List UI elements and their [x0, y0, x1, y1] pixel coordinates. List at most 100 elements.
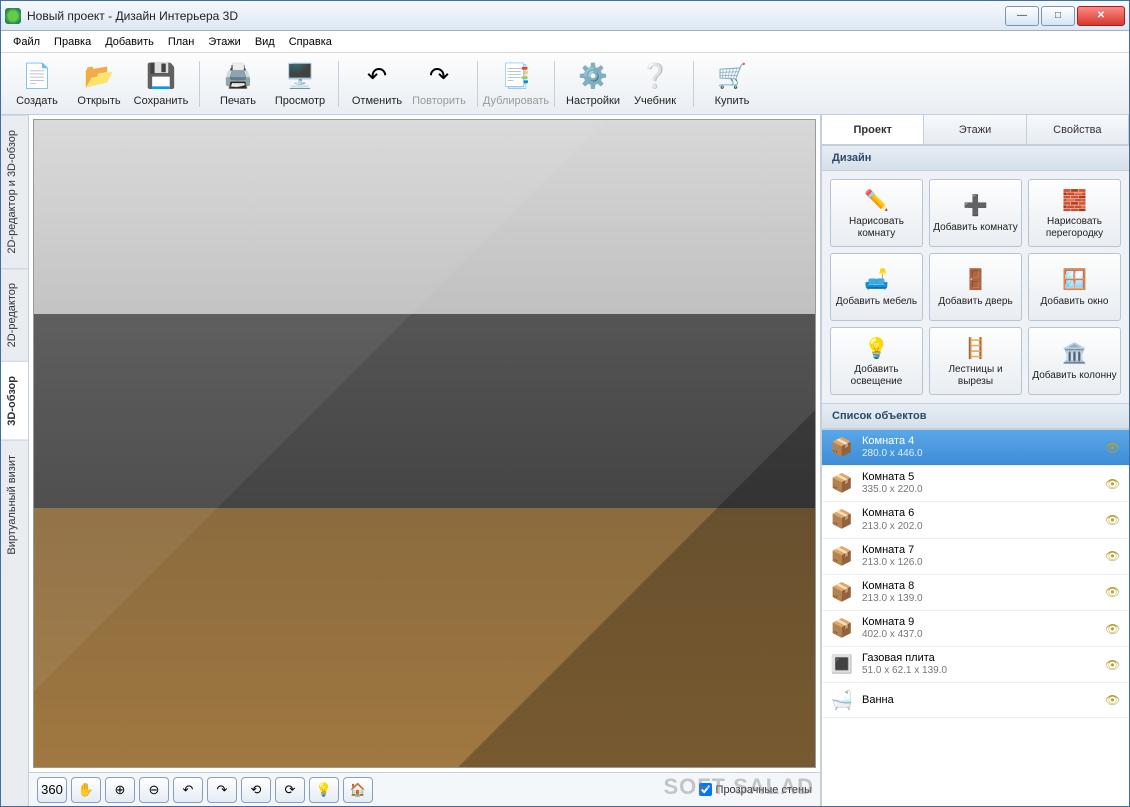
- objects-list[interactable]: 📦Комната 4280.0 x 446.0👁📦Комната 5335.0 …: [822, 429, 1129, 806]
- design-icon: ✏️: [864, 187, 890, 213]
- design-label: Добавить мебель: [836, 296, 917, 308]
- object-item[interactable]: 🛁Ванна👁: [822, 683, 1129, 718]
- object-item[interactable]: 📦Комната 9402.0 x 437.0👁: [822, 611, 1129, 647]
- 3d-viewport[interactable]: [33, 119, 816, 768]
- transparent-walls-label: Прозрачные стены: [716, 784, 812, 796]
- toolbar-учебник-button[interactable]: ❔Учебник: [625, 56, 685, 112]
- object-dimensions: 213.0 x 139.0: [862, 593, 1097, 605]
- design-icon: 🪟: [1062, 267, 1088, 293]
- right-panel: ПроектЭтажиСвойства Дизайн ✏️Нарисовать …: [821, 115, 1129, 806]
- купить-icon: 🛒: [716, 60, 748, 92]
- создать-icon: 📄: [21, 60, 53, 92]
- повторить-icon: ↷: [423, 60, 455, 92]
- view-tool-1[interactable]: ✋: [71, 777, 101, 803]
- viewport-tab-2D-редактор и 3D-обзор[interactable]: 2D-редактор и 3D-обзор: [1, 115, 28, 268]
- menu-справка[interactable]: Справка: [283, 34, 338, 50]
- toolbar-просмотр-button[interactable]: 🖥️Просмотр: [270, 56, 330, 112]
- visibility-eye-icon[interactable]: 👁: [1105, 549, 1121, 563]
- toolbar-label: Отменить: [352, 95, 402, 107]
- view-tool-5[interactable]: ↷: [207, 777, 237, 803]
- design-добавить-дверь-button[interactable]: 🚪Добавить дверь: [929, 253, 1022, 321]
- object-item[interactable]: 📦Комната 7213.0 x 126.0👁: [822, 539, 1129, 575]
- visibility-eye-icon[interactable]: 👁: [1105, 441, 1121, 455]
- window-title: Новый проект - Дизайн Интерьера 3D: [27, 9, 1005, 23]
- печать-icon: 🖨️: [222, 60, 254, 92]
- visibility-eye-icon[interactable]: 👁: [1105, 513, 1121, 527]
- menu-файл[interactable]: Файл: [7, 34, 46, 50]
- просмотр-icon: 🖥️: [284, 60, 316, 92]
- right-tab-Этажи[interactable]: Этажи: [924, 115, 1026, 144]
- view-tool-8[interactable]: 💡: [309, 777, 339, 803]
- visibility-eye-icon[interactable]: 👁: [1105, 622, 1121, 636]
- menu-план[interactable]: План: [162, 34, 201, 50]
- открыть-icon: 📂: [83, 60, 115, 92]
- дублировать-icon: 📑: [500, 60, 532, 92]
- toolbar-печать-button[interactable]: 🖨️Печать: [208, 56, 268, 112]
- view-tool-2[interactable]: ⊕: [105, 777, 135, 803]
- viewport-tab-2D-редактор[interactable]: 2D-редактор: [1, 268, 28, 361]
- view-tool-7[interactable]: ⟳: [275, 777, 305, 803]
- view-tool-0[interactable]: 360: [37, 777, 67, 803]
- design-лестницы-и-вырезы-button[interactable]: 🪜Лестницы и вырезы: [929, 327, 1022, 395]
- object-item[interactable]: 📦Комната 6213.0 x 202.0👁: [822, 502, 1129, 538]
- object-item[interactable]: 📦Комната 4280.0 x 446.0👁: [822, 430, 1129, 466]
- viewport-tab-3D-обзор[interactable]: 3D-обзор: [1, 361, 28, 440]
- visibility-eye-icon[interactable]: 👁: [1105, 477, 1121, 491]
- object-icon: 📦: [830, 436, 854, 460]
- menu-вид[interactable]: Вид: [249, 34, 281, 50]
- object-name: Комната 5: [862, 471, 1097, 484]
- object-item[interactable]: 📦Комната 8213.0 x 139.0👁: [822, 575, 1129, 611]
- design-добавить-комнату-button[interactable]: ➕Добавить комнату: [929, 179, 1022, 247]
- right-tabs: ПроектЭтажиСвойства: [822, 115, 1129, 145]
- object-icon: 🛁: [830, 688, 854, 712]
- menu-правка[interactable]: Правка: [48, 34, 97, 50]
- toolbar-открыть-button[interactable]: 📂Открыть: [69, 56, 129, 112]
- object-item[interactable]: 🔳Газовая плита51.0 x 62.1 x 139.0👁: [822, 647, 1129, 683]
- toolbar-купить-button[interactable]: 🛒Купить: [702, 56, 762, 112]
- настройки-icon: ⚙️: [577, 60, 609, 92]
- app-icon: [5, 8, 21, 24]
- object-dimensions: 280.0 x 446.0: [862, 448, 1097, 460]
- transparent-walls-input[interactable]: [699, 783, 712, 796]
- menu-добавить[interactable]: Добавить: [99, 34, 160, 50]
- design-добавить-освещение-button[interactable]: 💡Добавить освещение: [830, 327, 923, 395]
- design-label: Добавить освещение: [833, 364, 920, 387]
- view-tool-3[interactable]: ⊖: [139, 777, 169, 803]
- design-label: Нарисовать комнату: [833, 216, 920, 239]
- toolbar-сохранить-button[interactable]: 💾Сохранить: [131, 56, 191, 112]
- viewport-tab-Виртуальный визит[interactable]: Виртуальный визит: [1, 440, 28, 569]
- transparent-walls-checkbox[interactable]: Прозрачные стены: [699, 783, 812, 796]
- visibility-eye-icon[interactable]: 👁: [1105, 658, 1121, 672]
- design-icon: 🚪: [963, 267, 989, 293]
- menu-этажи[interactable]: Этажи: [202, 34, 246, 50]
- toolbar-separator: [477, 61, 478, 107]
- toolbar-label: Настройки: [566, 95, 620, 107]
- toolbar-separator: [693, 61, 694, 107]
- view-tool-4[interactable]: ↶: [173, 777, 203, 803]
- design-добавить-мебель-button[interactable]: 🛋️Добавить мебель: [830, 253, 923, 321]
- visibility-eye-icon[interactable]: 👁: [1105, 693, 1121, 707]
- visibility-eye-icon[interactable]: 👁: [1105, 585, 1121, 599]
- design-нарисовать-перегородку-button[interactable]: 🧱Нарисовать перегородку: [1028, 179, 1121, 247]
- toolbar-настройки-button[interactable]: ⚙️ Настройки: [563, 56, 623, 112]
- design-добавить-колонну-button[interactable]: 🏛️Добавить колонну: [1028, 327, 1121, 395]
- titlebar: Новый проект - Дизайн Интерьера 3D: [1, 1, 1129, 31]
- viewport-tabs: 2D-редактор и 3D-обзор2D-редактор3D-обзо…: [1, 115, 29, 806]
- design-label: Добавить колонну: [1032, 370, 1116, 382]
- design-добавить-окно-button[interactable]: 🪟 Добавить окно: [1028, 253, 1121, 321]
- object-item[interactable]: 📦Комната 5335.0 x 220.0👁: [822, 466, 1129, 502]
- toolbar-создать-button[interactable]: 📄Создать: [7, 56, 67, 112]
- objects-section-header: Список объектов: [822, 403, 1129, 429]
- right-tab-Свойства[interactable]: Свойства: [1027, 115, 1129, 144]
- right-tab-Проект[interactable]: Проект: [822, 115, 924, 144]
- view-tool-9[interactable]: 🏠: [343, 777, 373, 803]
- object-icon: 📦: [830, 544, 854, 568]
- minimize-button[interactable]: [1005, 6, 1039, 26]
- close-button[interactable]: [1077, 6, 1125, 26]
- toolbar-отменить-button[interactable]: ↶Отменить: [347, 56, 407, 112]
- maximize-button[interactable]: [1041, 6, 1075, 26]
- view-tool-6[interactable]: ⟲: [241, 777, 271, 803]
- object-name: Газовая плита: [862, 652, 1097, 665]
- design-нарисовать-комнату-button[interactable]: ✏️ Нарисовать комнату: [830, 179, 923, 247]
- design-label: Добавить окно: [1041, 296, 1109, 308]
